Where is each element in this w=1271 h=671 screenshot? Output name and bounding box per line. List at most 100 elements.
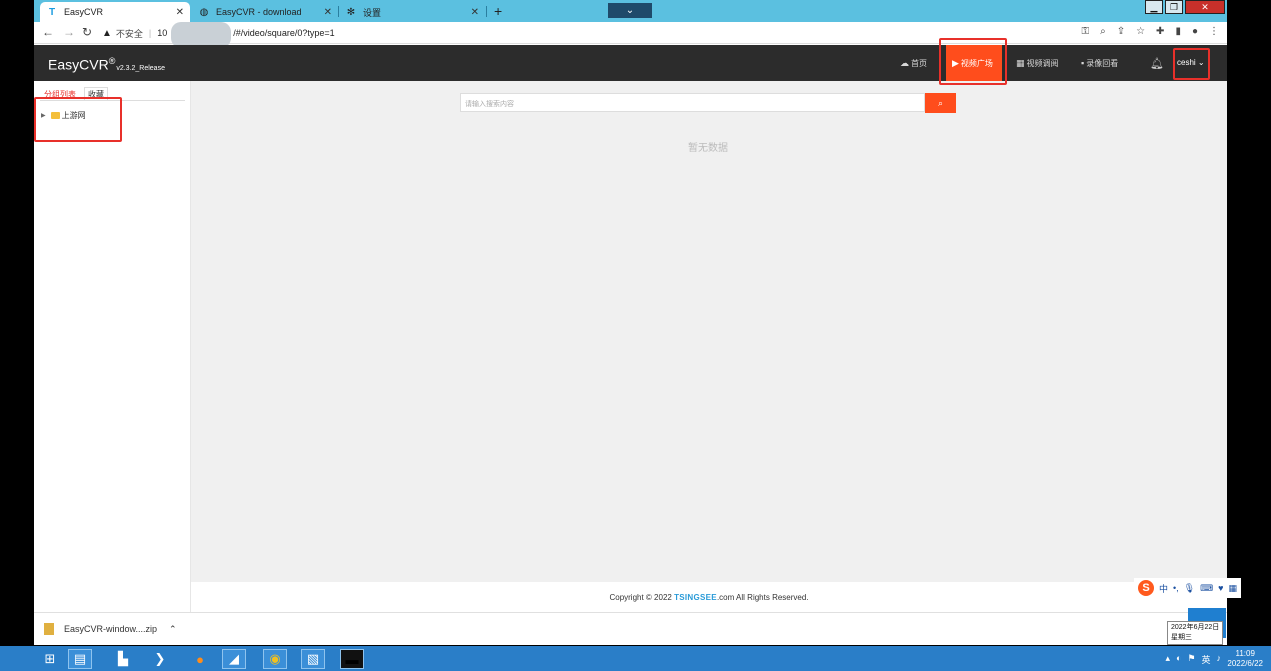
tray-up-icon[interactable]: ▴ — [1165, 653, 1170, 666]
chevron-up-icon[interactable]: ⌃ — [169, 624, 177, 635]
profile-icon[interactable]: ● — [1192, 26, 1198, 37]
restore-button[interactable]: ❐ — [1165, 0, 1183, 14]
reload-icon[interactable]: ↻ — [82, 25, 92, 39]
bell-icon[interactable]: 🔔︎ — [1150, 57, 1164, 70]
flag-icon[interactable]: ⚑ — [1187, 653, 1195, 666]
app-header: EasyCVR®v2.3.2_Release ☁ 首页 ▶ 视频广场 ▦ 视频调阅 ▪… — [34, 45, 1227, 81]
system-clock[interactable]: 11:09 2022/6/22 — [1227, 649, 1263, 669]
firefox-icon[interactable]: ● — [188, 649, 212, 669]
nav-label: 首页 — [911, 58, 927, 68]
skin-icon[interactable]: ♥ — [1218, 583, 1223, 593]
nav-video-review[interactable]: ▦ 视频调阅 — [1016, 45, 1059, 81]
nav-label: 录像回看 — [1086, 58, 1119, 68]
extensions-icon[interactable]: ✚ — [1156, 26, 1164, 37]
network-icon[interactable]: ◐ — [1176, 653, 1181, 666]
search-input[interactable]: 请输入搜索内容 — [460, 93, 925, 112]
ime-tray-icon[interactable]: 英 — [1201, 653, 1210, 666]
tab-easycvr[interactable]: T EasyCVR ✕ — [40, 2, 190, 22]
address-bar: ← → ↻ ▲ 不安全 | 10 /#/video/square/0?type=… — [34, 22, 1227, 48]
system-tray: ▴ ◐ ⚑ 英 ♪ — [1165, 653, 1221, 666]
camera-icon: ▪ — [1081, 58, 1085, 68]
highlight-box — [939, 38, 1007, 85]
menu-icon[interactable]: ⋮ — [1209, 26, 1219, 37]
grid-icon: ▦ — [1016, 57, 1025, 68]
minimize-button[interactable]: ▁ — [1145, 0, 1163, 14]
side-panel-icon[interactable]: ▮ — [1175, 26, 1181, 37]
window-controls: ▁ ❐ ✕ — [1145, 0, 1225, 14]
download-bar: EasyCVR-window....zip ⌃ — [34, 612, 1227, 645]
nav-home[interactable]: ☁ 首页 — [900, 45, 927, 81]
close-icon[interactable]: ✕ — [324, 7, 332, 18]
tab-search-button[interactable]: ⌄ — [608, 3, 652, 18]
taskbar: ⊞ ▤ ▙ ❯ ● ◢ ◉ ▧ ▬ ▴ ◐ ⚑ 英 ♪ 11:09 2022/6… — [0, 646, 1271, 671]
file-explorer-icon[interactable]: ▤ — [68, 649, 92, 669]
tab-strip: T EasyCVR ✕ ◍ EasyCVR - download ✕ ✻ 设置 … — [34, 0, 1227, 22]
copyright-suffix: .com All Rights Reserved. — [716, 592, 809, 602]
warning-icon: ▲ — [102, 27, 112, 39]
app-version: v2.3.2_Release — [116, 64, 165, 72]
tab-title: EasyCVR — [64, 7, 104, 17]
tsingsee-logo[interactable]: TSINGSEE — [674, 593, 717, 602]
download-filename: EasyCVR-window....zip — [64, 624, 158, 634]
star-icon[interactable]: ☆ — [1136, 26, 1145, 37]
registered-mark: ® — [108, 56, 116, 66]
punctuation-icon[interactable]: •, — [1173, 583, 1179, 593]
clock-time: 11:09 — [1235, 649, 1255, 658]
url-field[interactable]: ▲ 不安全 | 10 /#/video/square/0?type=1 — [102, 22, 1002, 48]
easycvr-favicon-icon: T — [48, 6, 56, 18]
windows-start-icon[interactable]: ⊞ — [38, 649, 62, 669]
share-icon[interactable]: ⇪ — [1117, 26, 1125, 37]
terminal-icon[interactable]: ▬ — [340, 649, 364, 669]
speaker-icon[interactable]: ♪ — [1217, 653, 1222, 666]
chrome-icon[interactable]: ◉ — [263, 649, 287, 669]
tab-settings[interactable]: ✻ 设置 ✕ — [339, 2, 485, 22]
clock-date: 2022/6/22 — [1227, 659, 1263, 668]
apps-icon[interactable]: ▦ — [1228, 583, 1237, 594]
microphone-icon[interactable]: 🎙︎ — [1184, 583, 1195, 594]
gear-icon: ✻ — [346, 6, 356, 18]
browser-window: T EasyCVR ✕ ◍ EasyCVR - download ✕ ✻ 设置 … — [34, 0, 1227, 645]
tab-divider — [486, 6, 487, 17]
cloud-icon: ☁ — [900, 57, 909, 68]
tab-title: 设置 — [363, 7, 382, 18]
desktop: T EasyCVR ✕ ◍ EasyCVR - download ✕ ✻ 设置 … — [0, 0, 1271, 671]
globe-icon: ◍ — [199, 6, 209, 18]
sogou-icon[interactable]: S — [1138, 580, 1154, 596]
highlight-box — [1173, 48, 1210, 80]
new-tab-button[interactable]: + — [494, 3, 502, 19]
tooltip-date: 2022年6月22日 — [1171, 624, 1220, 631]
ime-mode[interactable]: 中 — [1159, 582, 1168, 595]
forward-arrow-icon[interactable]: → — [63, 25, 75, 39]
close-icon[interactable]: ✕ — [176, 7, 184, 18]
footer: Copyright © 2022 TSINGSEE .com All Rights… — [191, 582, 1227, 612]
zoom-icon[interactable]: ⌕ — [1100, 26, 1106, 37]
empty-state: 暂无数据 — [688, 143, 728, 154]
url-host: 10 — [157, 28, 168, 38]
chevron-down-icon: ⌄ — [625, 5, 635, 16]
keyboard-icon[interactable]: ⌨ — [1200, 583, 1213, 594]
main-content: 请输入搜索内容 ⌕ 暂无数据 — [191, 81, 1227, 582]
back-arrow-icon[interactable]: ← — [42, 25, 54, 39]
copyright-text: Copyright © 2022 — [609, 592, 672, 602]
search-button[interactable]: ⌕ — [925, 93, 956, 113]
insecure-label: 不安全 — [115, 28, 143, 39]
download-item[interactable]: EasyCVR-window....zip ⌃ — [44, 623, 177, 635]
brand-name: EasyCVR — [48, 56, 109, 73]
image-viewer-icon[interactable]: ▧ — [301, 649, 325, 669]
highlight-box — [34, 97, 122, 142]
nav-label: 视频调阅 — [1026, 58, 1059, 68]
search-icon: ⌕ — [937, 97, 944, 108]
server-manager-icon[interactable]: ▙ — [111, 649, 135, 669]
url-divider: | — [148, 28, 152, 38]
tool-icon[interactable]: ◢ — [222, 649, 246, 669]
address-bar-actions: ⚿ ⌕ ⇪ ☆ ✚ ▮ ● ⋮ — [1081, 26, 1219, 37]
powershell-icon[interactable]: ❯ — [148, 649, 172, 669]
close-icon[interactable]: ✕ — [471, 7, 479, 18]
tab-title: EasyCVR - download — [216, 7, 302, 17]
date-tooltip: 2022年6月22日 星期三 — [1167, 621, 1224, 645]
key-icon[interactable]: ⚿ — [1081, 26, 1089, 37]
close-window-button[interactable]: ✕ — [1185, 0, 1225, 14]
nav-playback[interactable]: ▪ 录像回看 — [1081, 45, 1118, 81]
brand-logo[interactable]: EasyCVR®v2.3.2_Release — [48, 56, 165, 73]
tab-download[interactable]: ◍ EasyCVR - download ✕ — [192, 2, 338, 22]
